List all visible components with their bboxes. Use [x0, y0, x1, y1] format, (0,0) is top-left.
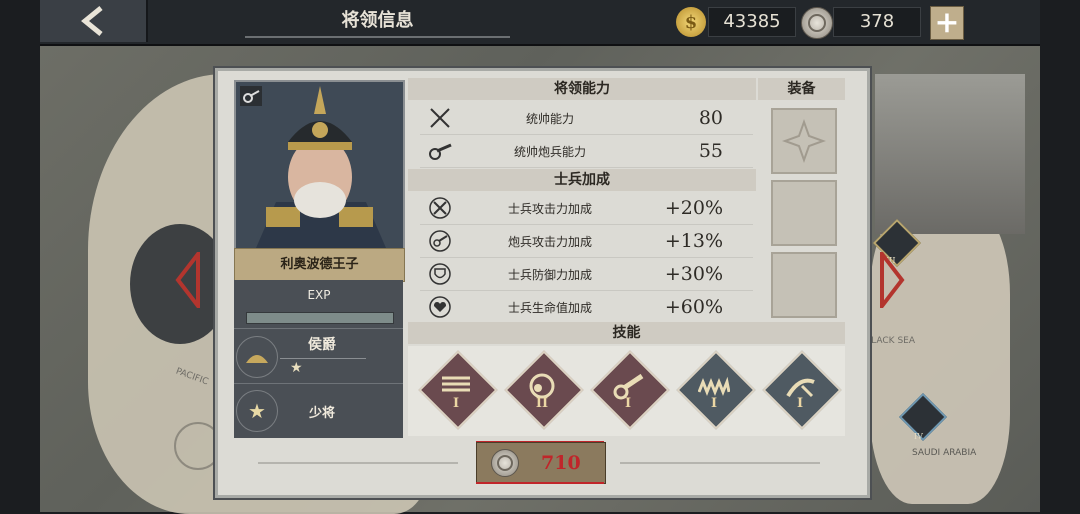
rank-stars: ★	[290, 360, 303, 376]
bonus-label: 士兵防御力加成	[507, 267, 592, 282]
iron-cross-medal-icon	[782, 119, 826, 163]
map-label-saudi: SAUDI ARABIA	[912, 448, 977, 458]
medal-icon	[491, 449, 519, 477]
skill-slot-1[interactable]: I	[418, 350, 498, 430]
ability-row-command: 统帅能力 80	[420, 102, 753, 135]
bonus-value: +30%	[664, 263, 723, 285]
bonuses-heading: 士兵加成	[408, 169, 756, 191]
crossed-swords-icon	[423, 104, 457, 132]
skill-slot-4[interactable]: I	[676, 350, 756, 430]
soldier-attack-icon	[423, 194, 457, 222]
map-cavalry-art	[875, 74, 1025, 234]
skills-heading: 技能	[408, 322, 845, 344]
medal-amount: 378	[833, 7, 921, 37]
ability-label: 统帅能力	[525, 111, 574, 126]
divider	[234, 383, 403, 384]
ability-label: 统帅炮兵能力	[513, 144, 586, 159]
back-chevron-icon	[81, 6, 103, 36]
exp-bar	[246, 312, 394, 324]
next-general-arrow-icon[interactable]	[878, 252, 906, 308]
equipment-heading: 装备	[758, 78, 845, 100]
bonus-row-soldier-health: 士兵生命值加成 +60%	[420, 291, 753, 324]
previous-general-arrow-icon[interactable]	[174, 252, 202, 308]
back-button[interactable]	[40, 0, 148, 42]
bonus-row-soldier-attack: 士兵攻击力加成 +20%	[420, 192, 753, 225]
skill-slot-5[interactable]: I	[762, 350, 842, 430]
map-label-blacksea: BLACK SEA	[865, 336, 915, 346]
equipment-slot-medal[interactable]	[771, 108, 837, 174]
skill-tier: I	[796, 396, 804, 411]
exp-label: EXP	[307, 288, 331, 302]
general-name: 利奥波德王子	[234, 248, 405, 282]
skill-slot-3[interactable]: I	[590, 350, 670, 430]
artillery-type-icon	[240, 86, 262, 106]
gold-amount: 43385	[708, 7, 796, 37]
heart-icon	[423, 293, 457, 321]
equipment-slot-empty[interactable]	[771, 252, 837, 318]
divider	[620, 462, 820, 464]
medal-icon	[801, 7, 833, 39]
page-title: 将领信息	[245, 6, 510, 38]
divider	[280, 358, 366, 359]
cannon-icon	[423, 137, 457, 165]
bonus-value: +60%	[664, 296, 723, 318]
artillery-attack-icon	[423, 227, 457, 255]
skill-tier: II	[535, 396, 549, 411]
divider	[234, 328, 403, 329]
bonus-value: +20%	[664, 197, 723, 219]
divider	[476, 482, 604, 484]
add-currency-button[interactable]: +	[930, 6, 964, 40]
shield-icon	[423, 260, 457, 288]
divider	[258, 462, 458, 464]
gold-coin-icon: $	[676, 7, 706, 37]
military-rank-star-icon: ★	[236, 390, 278, 432]
general-portrait	[234, 80, 405, 250]
skill-slot-2[interactable]: II	[504, 350, 584, 430]
bonus-row-artillery-attack: 炮兵攻击力加成 +13%	[420, 225, 753, 258]
skill-tier: I	[710, 396, 718, 411]
skill-tier: I	[452, 396, 460, 411]
noble-rank-title: 侯爵	[308, 337, 336, 353]
bonus-label: 炮兵攻击力加成	[507, 234, 592, 249]
military-rank: 少将	[308, 406, 335, 421]
general-portrait-image	[236, 82, 403, 248]
ability-value: 80	[698, 107, 723, 129]
ability-row-artillery-command: 统帅炮兵能力 55	[420, 135, 753, 168]
unit-badge-tier: IV	[914, 432, 923, 441]
skill-tier: I	[624, 396, 632, 411]
bonus-label: 士兵生命值加成	[507, 300, 592, 315]
upgrade-cost-value: 710	[541, 452, 581, 474]
ability-value: 55	[698, 140, 723, 162]
abilities-heading: 将领能力	[408, 78, 756, 100]
bonus-row-soldier-defense: 士兵防御力加成 +30%	[420, 258, 753, 291]
equipment-slot-empty[interactable]	[771, 180, 837, 246]
bonus-label: 士兵攻击力加成	[507, 201, 592, 216]
bonus-value: +13%	[664, 230, 723, 252]
noble-rank-icon	[236, 336, 278, 378]
upgrade-cost-button[interactable]: 710	[476, 442, 606, 484]
